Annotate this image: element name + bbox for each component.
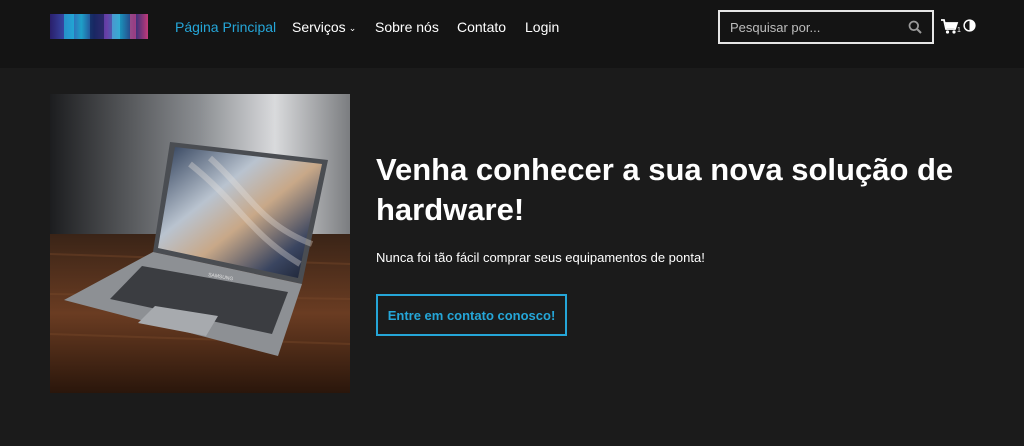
nav-contact[interactable]: Contato [457, 19, 506, 35]
nav-login[interactable]: Login [525, 19, 559, 35]
chevron-down-icon: ⌄ [348, 23, 357, 33]
cart-count: 1 [957, 27, 961, 34]
contact-cta-button[interactable]: Entre em contato conosco! [376, 294, 567, 336]
nav-home[interactable]: Página Principal [175, 19, 276, 35]
nav-about[interactable]: Sobre nós [375, 19, 439, 35]
site-logo[interactable] [50, 14, 148, 39]
hero-title: Venha conhecer a sua nova solução de har… [376, 152, 954, 227]
site-header: Página Principal Serviços ⌄ Sobre nós Con… [0, 0, 1024, 68]
hero-laptop-image: SAMSUNG [50, 94, 350, 393]
hero-subtitle: Nunca foi tão fácil comprar seus equipam… [376, 250, 705, 265]
search-icon[interactable] [908, 20, 922, 34]
nav-services-label: Serviços [292, 19, 346, 35]
search-box [718, 10, 934, 44]
nav-services[interactable]: Serviços ⌄ [292, 19, 356, 35]
contrast-icon[interactable] [963, 19, 976, 32]
search-input[interactable] [720, 12, 900, 42]
